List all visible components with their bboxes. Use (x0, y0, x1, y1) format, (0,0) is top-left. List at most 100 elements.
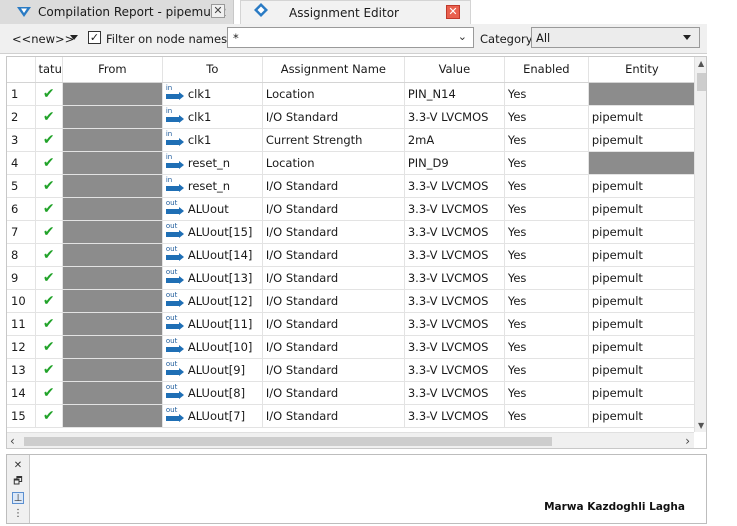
to-cell[interactable]: out ALUout[12] (162, 289, 263, 313)
table-row[interactable]: 10 ✔ out ALUout[12] I/O Standard 3.3-V LVCMOS… (7, 289, 696, 313)
value-cell[interactable]: PIN_N14 (404, 82, 505, 106)
to-cell[interactable]: out ALUout[8] (162, 381, 263, 405)
to-cell[interactable]: out ALUout[7] (162, 404, 263, 428)
from-cell[interactable] (62, 128, 163, 152)
to-cell[interactable]: out ALUout[11] (162, 312, 263, 336)
enabled-cell[interactable]: Yes (504, 197, 589, 221)
from-cell[interactable] (62, 312, 163, 336)
table-row[interactable]: 6 ✔ out ALUout I/O Standard 3.3-V LVCMOS Yes pi… (7, 197, 696, 221)
chevron-down-icon[interactable] (70, 35, 78, 40)
entity-cell[interactable]: pipemult (588, 174, 696, 198)
from-cell[interactable] (62, 105, 163, 129)
from-cell[interactable] (62, 358, 163, 382)
from-cell[interactable] (62, 82, 163, 106)
table-row[interactable]: 2 ✔ in clk1 I/O Standard 3.3-V LVCMOS Yes pipem… (7, 105, 696, 129)
table-row[interactable]: 12 ✔ out ALUout[10] I/O Standard 3.3-V LVCMOS… (7, 335, 696, 359)
value-cell[interactable]: 3.3-V LVCMOS (404, 266, 505, 290)
value-cell[interactable]: 3.3-V LVCMOS (404, 381, 505, 405)
enabled-cell[interactable]: Yes (504, 404, 589, 428)
table-row[interactable]: 11 ✔ out ALUout[11] I/O Standard 3.3-V LVCMOS… (7, 312, 696, 336)
entity-cell[interactable]: pipemult (588, 312, 696, 336)
value-cell[interactable]: 3.3-V LVCMOS (404, 404, 505, 428)
entity-cell[interactable]: pipemult (588, 197, 696, 221)
restore-icon[interactable]: 🗗 (12, 476, 24, 488)
assignment-name-cell[interactable]: I/O Standard (262, 197, 405, 221)
to-cell[interactable]: out ALUout (162, 197, 263, 221)
entity-cell[interactable]: pipemult (588, 220, 696, 244)
tab-compilation-report[interactable]: Compilation Report - pipemult2 ✕ (0, 0, 234, 24)
assignment-name-cell[interactable]: I/O Standard (262, 220, 405, 244)
table-row[interactable]: 9 ✔ out ALUout[13] I/O Standard 3.3-V LVCMOS Y… (7, 266, 696, 290)
close-icon[interactable]: ✕ (211, 4, 225, 18)
entity-cell[interactable]: pipemult (588, 266, 696, 290)
column-header-status[interactable]: tatu (35, 57, 63, 83)
to-cell[interactable]: in reset_n (162, 151, 263, 175)
column-header-to[interactable]: To (162, 57, 263, 83)
pin-icon[interactable]: ⊥ (12, 492, 24, 504)
close-icon[interactable]: ✕ (12, 460, 24, 472)
value-cell[interactable]: 3.3-V LVCMOS (404, 174, 505, 198)
table-row[interactable]: 4 ✔ in reset_n Location PIN_D9 Yes (7, 151, 696, 175)
enabled-cell[interactable]: Yes (504, 358, 589, 382)
assignment-name-cell[interactable]: I/O Standard (262, 358, 405, 382)
from-cell[interactable] (62, 220, 163, 244)
table-row[interactable]: 15 ✔ out ALUout[7] I/O Standard 3.3-V LVCMOS Y… (7, 404, 696, 428)
entity-cell[interactable]: pipemult (588, 381, 696, 405)
entity-cell[interactable]: pipemult (588, 335, 696, 359)
enabled-cell[interactable]: Yes (504, 266, 589, 290)
scroll-right-icon[interactable]: › (685, 434, 690, 448)
to-cell[interactable]: out ALUout[14] (162, 243, 263, 267)
scroll-up-icon[interactable]: ▲ (698, 59, 704, 68)
table-row[interactable]: 3 ✔ in clk1 Current Strength 2mA Yes pipemult (7, 128, 696, 152)
new-assignment-button[interactable]: <<new>> (12, 32, 74, 46)
assignment-name-cell[interactable]: I/O Standard (262, 174, 405, 198)
from-cell[interactable] (62, 381, 163, 405)
to-cell[interactable]: out ALUout[10] (162, 335, 263, 359)
value-cell[interactable]: 3.3-V LVCMOS (404, 335, 505, 359)
to-cell[interactable]: in clk1 (162, 82, 263, 106)
scroll-left-icon[interactable]: ‹ (10, 434, 15, 448)
assignment-name-cell[interactable]: I/O Standard (262, 266, 405, 290)
value-cell[interactable]: 2mA (404, 128, 505, 152)
column-header-entity[interactable]: Entity (588, 57, 696, 83)
column-header-value[interactable]: Value (404, 57, 505, 83)
to-cell[interactable]: out ALUout[9] (162, 358, 263, 382)
column-header-row-number[interactable] (7, 57, 36, 83)
to-cell[interactable]: out ALUout[15] (162, 220, 263, 244)
enabled-cell[interactable]: Yes (504, 128, 589, 152)
table-row[interactable]: 13 ✔ out ALUout[9] I/O Standard 3.3-V LVCMOS Y… (7, 358, 696, 382)
value-cell[interactable]: 3.3-V LVCMOS (404, 358, 505, 382)
from-cell[interactable] (62, 151, 163, 175)
assignment-name-cell[interactable]: I/O Standard (262, 381, 405, 405)
to-cell[interactable]: in clk1 (162, 128, 263, 152)
chevron-down-icon[interactable]: ⌄ (458, 30, 467, 43)
enabled-cell[interactable]: Yes (504, 82, 589, 106)
more-icon[interactable]: ⋮ (12, 508, 24, 520)
entity-cell[interactable]: pipemult (588, 243, 696, 267)
entity-cell[interactable]: pipemult (588, 289, 696, 313)
enabled-cell[interactable]: Yes (504, 105, 589, 129)
enabled-cell[interactable]: Yes (504, 243, 589, 267)
scroll-down-icon[interactable]: ▼ (698, 421, 704, 430)
column-header-enabled[interactable]: Enabled (504, 57, 589, 83)
filter-checkbox[interactable]: ✓ (88, 31, 101, 44)
table-row[interactable]: 7 ✔ out ALUout[15] I/O Standard 3.3-V LVCMOS Y… (7, 220, 696, 244)
to-cell[interactable]: in clk1 (162, 105, 263, 129)
enabled-cell[interactable]: Yes (504, 151, 589, 175)
assignment-name-cell[interactable]: I/O Standard (262, 289, 405, 313)
from-cell[interactable] (62, 404, 163, 428)
assignment-name-cell[interactable]: Location (262, 151, 405, 175)
to-cell[interactable]: in reset_n (162, 174, 263, 198)
assignment-name-cell[interactable]: I/O Standard (262, 404, 405, 428)
entity-cell[interactable] (588, 151, 696, 175)
node-name-filter-input[interactable]: * ⌄ (227, 27, 474, 48)
value-cell[interactable]: 3.3-V LVCMOS (404, 197, 505, 221)
value-cell[interactable]: PIN_D9 (404, 151, 505, 175)
column-header-from[interactable]: From (62, 57, 163, 83)
tab-assignment-editor[interactable]: Assignment Editor ✕ (240, 0, 471, 24)
from-cell[interactable] (62, 174, 163, 198)
entity-cell[interactable]: pipemult (588, 128, 696, 152)
horizontal-scroll-thumb[interactable] (24, 437, 552, 446)
enabled-cell[interactable]: Yes (504, 312, 589, 336)
entity-cell[interactable]: pipemult (588, 404, 696, 428)
